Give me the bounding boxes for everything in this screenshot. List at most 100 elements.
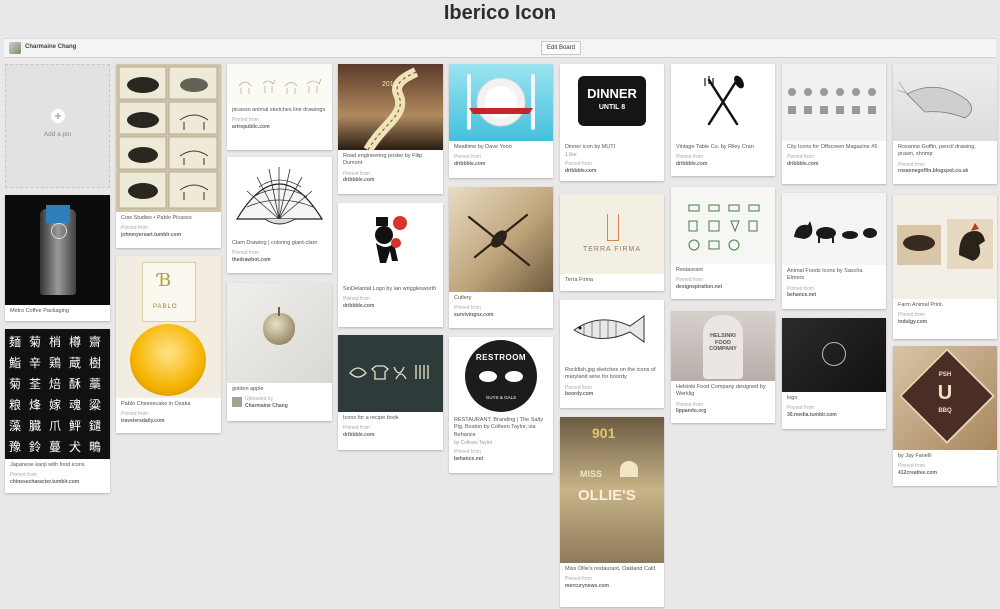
pin-source[interactable]: Pinned from dribbble.com (338, 293, 443, 313)
pin-source[interactable]: Pinned from roxannegoffin.blogspot.co.uk (893, 159, 997, 179)
pin-source[interactable]: Pinned from lippando.org (671, 399, 775, 419)
pin-description: RESTAURANT: Branding | The Salty Pig, Bo… (454, 417, 543, 438)
pin-image[interactable]: PSH U BBQ (893, 346, 997, 450)
pin-image[interactable] (671, 187, 775, 264)
pin-description: Miss Ollie's restaurant, Oakland Calif. (565, 566, 657, 572)
pin-card[interactable]: logo Pinned from 30.media.tumblr.com (782, 318, 886, 429)
plus-icon: + (51, 109, 65, 123)
pin-card[interactable]: Rockfish.jpg sketches on the icons of ma… (560, 300, 664, 408)
pin-card[interactable]: SinDelantal Logo by ian wrigglesworth Pi… (338, 203, 443, 327)
pin-image[interactable] (227, 64, 332, 104)
pin-source[interactable]: Pinned from dribbble.com (560, 158, 664, 178)
pin-image[interactable] (5, 195, 110, 305)
shrimp-drawing (896, 81, 972, 119)
svg-text:藁: 藁 (89, 377, 101, 391)
svg-text:樹: 樹 (89, 356, 101, 370)
pin-source[interactable]: Pinned from 30.media.tumblr.com (782, 402, 886, 422)
pin-card[interactable]: 麺 菊 梢 樽 齋 鮨 辛 鶏 蔵 樹 菊 荃 焙 酥 藁 粮 烽 嫁 魂 粱 (5, 329, 110, 493)
pin-source[interactable]: Pinned from johnmyersart.tumblr.com (116, 222, 221, 242)
pin-image[interactable] (338, 203, 443, 283)
pin-image[interactable]: HELSINKI FOOD COMPANY (671, 311, 775, 381)
pin-image[interactable] (116, 64, 221, 212)
pin-source[interactable]: Pinned from indulgy.com (893, 309, 997, 329)
pin-card[interactable]: 901 MISS OLLIE'S Miss Ollie's restaurant… (560, 417, 664, 607)
svg-text:鮃: 鮃 (69, 419, 81, 433)
pin-source[interactable]: Pinned from dribbble.com (671, 151, 775, 171)
pin-source[interactable]: Pinned from dribbble.com (338, 422, 443, 442)
pin-card[interactable]: Cutlery Pinned from survivingoz.com (449, 187, 553, 328)
pin-source[interactable]: Pinned from dribbble.com (782, 151, 886, 171)
pin-card[interactable]: City Icons for Offscreen Magazine #5 Pin… (782, 64, 886, 184)
pin-card[interactable]: Mealtime by Dave Yoon Pinned from dribbbl… (449, 64, 553, 178)
pin-image[interactable]: Ɓ PABLO (116, 256, 221, 398)
pin-card[interactable]: Icons for a recipe book Pinned from dribb… (338, 335, 443, 450)
pin-card[interactable]: golden apple Uploaded by Charmaine Chang (227, 283, 332, 421)
pin-image[interactable]: TERRA FIRMA (560, 194, 664, 274)
svg-text:粮: 粮 (9, 397, 21, 412)
pin-card[interactable]: Vintage Table Co. by Riley Cran Pinned f… (671, 64, 775, 176)
pin-card[interactable]: 2012 Road engineering poster by Filip Du… (338, 64, 443, 194)
pin-image[interactable]: 麺 菊 梢 樽 齋 鮨 辛 鶏 蔵 樹 菊 荃 焙 酥 藁 粮 烽 嫁 魂 粱 (5, 329, 110, 459)
pin-image[interactable] (782, 64, 886, 141)
pin-source[interactable]: Pinned from thedrawbot.com (227, 247, 332, 267)
pin-card[interactable]: HELSINKI FOOD COMPANY Helsinki Food Comp… (671, 311, 775, 423)
pin-source[interactable]: Pinned from dribbble.com (449, 151, 553, 171)
pin-source[interactable]: Pinned from chinesecharacter.tumblr.com (5, 469, 110, 489)
pin-card[interactable]: picasso animal sketches line drawings Pi… (227, 64, 332, 150)
pin-card[interactable]: RESTROOM GUYS & GALS RESTAURANT: Brandin… (449, 337, 553, 473)
pin-attribution[interactable]: by Colleen Taylor (449, 439, 553, 446)
pin-image[interactable] (449, 64, 553, 141)
pin-image[interactable]: 2012 (338, 64, 443, 150)
pin-card[interactable]: PSH U BBQ by Jay Fanelli Pinned from 412c… (893, 346, 997, 486)
pin-source[interactable]: Pinned from artrepublic.com (227, 114, 332, 134)
pin-image[interactable] (560, 300, 664, 364)
pin-image[interactable] (227, 157, 332, 237)
restaurant-icons-grid (688, 204, 760, 251)
pin-source[interactable]: Pinned from survivingoz.com (449, 302, 553, 322)
pin-card[interactable]: Metro Coffee Packaging (5, 195, 110, 321)
owner-name[interactable]: Charmaine Chang (25, 44, 76, 50)
pin-image[interactable] (671, 64, 775, 141)
pin-image[interactable]: 901 MISS OLLIE'S (560, 417, 664, 563)
svg-text:藻: 藻 (9, 419, 21, 433)
pin-source[interactable]: Pinned from behance.net (782, 283, 886, 303)
pin-card[interactable]: Ɓ PABLO Pablo Cheesecake in Osaka Pinned… (116, 256, 221, 433)
edit-board-button[interactable]: Edit Board (541, 41, 581, 55)
pin-image[interactable] (227, 283, 332, 383)
pin-image[interactable] (338, 335, 443, 412)
pin-image[interactable] (449, 187, 553, 292)
owner-avatar[interactable] (9, 42, 21, 54)
pin-image[interactable] (782, 318, 886, 392)
pin-card[interactable]: DINNER UNTIL 8 Dinner icon by MUTI 1 lik… (560, 64, 664, 181)
pin-uploader[interactable]: Uploaded by Charmaine Chang (227, 393, 332, 413)
svg-text:梢: 梢 (49, 334, 61, 349)
pin-source[interactable]: Pinned from mercurynews.com (560, 573, 664, 593)
pin-source[interactable]: Pinned from travelersdaily.com (116, 408, 221, 428)
pin-card[interactable]: Restaurant Pinned from designspiration.ne… (671, 187, 775, 299)
pin-card[interactable]: Clam Drawing | coloring giant-clam Pinne… (227, 157, 332, 273)
pin-source[interactable]: Pinned from boordy.com (560, 382, 664, 402)
svg-text:鑓: 鑓 (89, 418, 101, 433)
pin-image[interactable] (893, 195, 997, 299)
pin-image[interactable]: DINNER UNTIL 8 (560, 64, 664, 141)
pin-image[interactable] (893, 64, 997, 141)
pin-card[interactable]: Cow Studies • Pablo Picasso Pinned from j… (116, 64, 221, 248)
pin-likes[interactable]: 1 like (560, 151, 664, 158)
pin-source[interactable]: Pinned from designspiration.net (671, 274, 775, 294)
add-pin-card[interactable]: + Add a pin (5, 64, 110, 188)
svg-text:焙: 焙 (49, 376, 61, 391)
pin-description: logo (787, 395, 798, 401)
pin-source[interactable]: Pinned from dribbble.com (338, 168, 443, 188)
pin-image[interactable] (782, 193, 886, 265)
pin-source[interactable]: Pinned from behance.net (449, 446, 553, 466)
pin-image[interactable]: RESTROOM GUYS & GALS (449, 337, 553, 414)
pin-source[interactable]: Pinned from 412creative.com (893, 460, 997, 480)
pin-card[interactable]: Farm Animal Print. Pinned from indulgy.co… (893, 195, 997, 339)
pin-description: Metro Coffee Packaging (10, 308, 69, 314)
pin-card[interactable]: TERRA FIRMA Terra Firma (560, 194, 664, 291)
pin-card[interactable]: Roxanne Goffin, pencil drawing, prawn, s… (893, 64, 997, 184)
apple-icon (263, 313, 295, 345)
pin-card[interactable]: Animal Foods Icons by Sascha Elmers Pinn… (782, 193, 886, 309)
pin-description: Road engineering poster by Filip Dumont (343, 153, 423, 167)
dinner-logo (578, 76, 646, 126)
